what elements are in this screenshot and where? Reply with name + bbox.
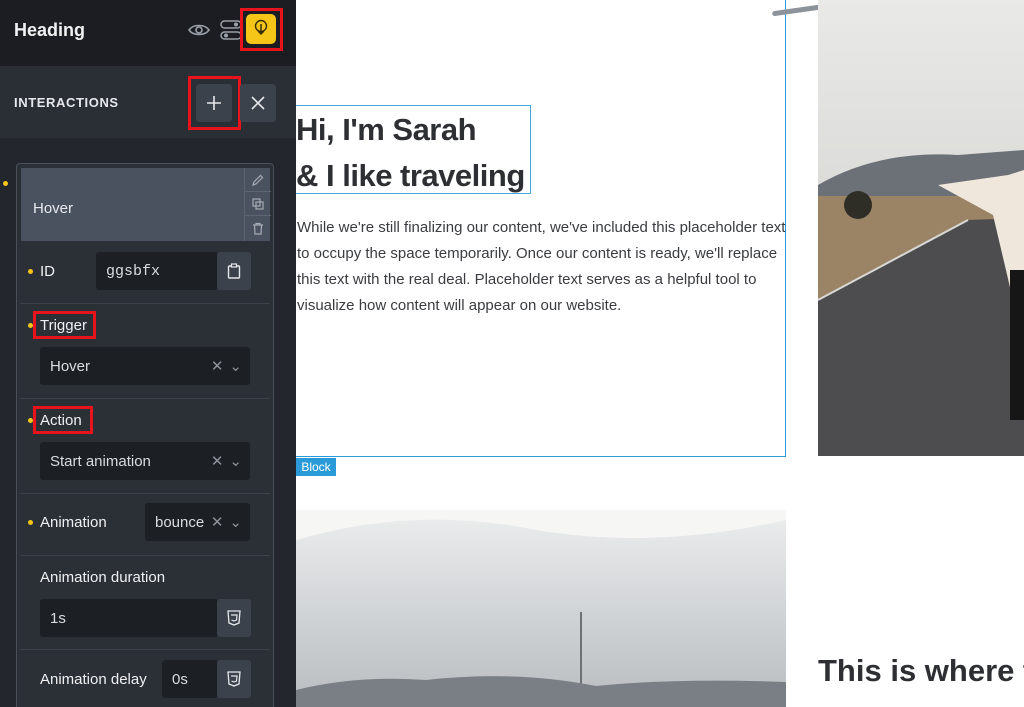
- close-button[interactable]: [240, 84, 276, 122]
- builder-canvas: Hi, I'm Sarah & I like traveling While w…: [296, 0, 1024, 707]
- landscape-photo[interactable]: [296, 510, 786, 707]
- delay-label: Animation delay: [40, 671, 147, 688]
- close-icon: [251, 96, 265, 110]
- chevron-down-icon[interactable]: ⌄: [229, 357, 242, 375]
- chevron-down-icon[interactable]: ⌄: [229, 513, 242, 531]
- interactions-label: INTERACTIONS: [14, 95, 119, 110]
- css-unit-button[interactable]: [217, 599, 251, 637]
- element-header: Heading: [0, 0, 296, 66]
- chevron-down-icon[interactable]: ⌄: [229, 452, 242, 470]
- animation-value: bounce: [155, 513, 205, 531]
- css-unit-button[interactable]: [217, 660, 251, 698]
- status-dot: [28, 418, 33, 423]
- edit-icon[interactable]: [245, 168, 271, 192]
- eye-icon[interactable]: [186, 17, 212, 43]
- css-icon: [227, 610, 241, 626]
- css-icon: [227, 671, 241, 687]
- interactions-bar: INTERACTIONS: [0, 66, 296, 138]
- duration-label: Animation duration: [40, 569, 166, 586]
- interaction-card-header[interactable]: Hover: [21, 168, 271, 241]
- pointer-icon: [254, 19, 268, 36]
- interactions-button[interactable]: [246, 14, 276, 44]
- id-value: ggsbfx: [106, 262, 161, 280]
- card-toolbar: [244, 168, 271, 241]
- travel-photo[interactable]: [818, 0, 1024, 456]
- block-tag[interactable]: Block: [296, 458, 336, 476]
- clear-icon[interactable]: ✕: [211, 513, 224, 531]
- status-dot: [28, 269, 33, 274]
- plus-icon: [207, 96, 221, 110]
- toggle-icon[interactable]: [218, 17, 244, 43]
- status-dot: [3, 181, 8, 186]
- duplicate-icon[interactable]: [245, 192, 271, 216]
- action-select[interactable]: Start animation ✕ ⌄: [40, 442, 250, 480]
- delay-input[interactable]: 0s: [162, 660, 218, 698]
- hero-heading-line1: Hi, I'm Sarah: [296, 112, 477, 147]
- status-dot: [28, 323, 33, 328]
- clear-icon[interactable]: ✕: [211, 357, 224, 375]
- id-label: ID: [40, 263, 55, 280]
- duration-value: 1s: [50, 609, 66, 627]
- animation-select[interactable]: bounce ✕ ⌄: [145, 503, 250, 541]
- hero-paragraph[interactable]: While we're still finalizing our content…: [297, 215, 787, 319]
- sidebar-panel: Heading INTERACTIONS Hover ID ggsbfx Tri…: [0, 0, 296, 707]
- interaction-name: Hover: [33, 200, 74, 217]
- element-title: Heading: [14, 20, 86, 40]
- trigger-label: Trigger: [40, 317, 87, 334]
- action-value: Start animation: [50, 452, 151, 470]
- trigger-value: Hover: [50, 357, 91, 375]
- clipboard-icon: [227, 263, 241, 279]
- section-heading[interactable]: This is where t: [818, 653, 1024, 689]
- clear-icon[interactable]: ✕: [211, 452, 224, 470]
- hero-heading-line2: & I like traveling: [296, 158, 525, 193]
- animation-label: Animation: [40, 514, 107, 531]
- id-field[interactable]: ggsbfx: [96, 252, 218, 290]
- duration-input[interactable]: 1s: [40, 599, 218, 637]
- delay-value: 0s: [172, 670, 188, 688]
- add-interaction-button[interactable]: [196, 84, 232, 122]
- trash-icon[interactable]: [245, 216, 271, 240]
- trigger-select[interactable]: Hover ✕ ⌄: [40, 347, 250, 385]
- status-dot: [28, 520, 33, 525]
- action-label: Action: [40, 412, 82, 429]
- copy-button[interactable]: [217, 252, 251, 290]
- hero-heading[interactable]: Hi, I'm Sarah & I like traveling: [296, 107, 525, 199]
